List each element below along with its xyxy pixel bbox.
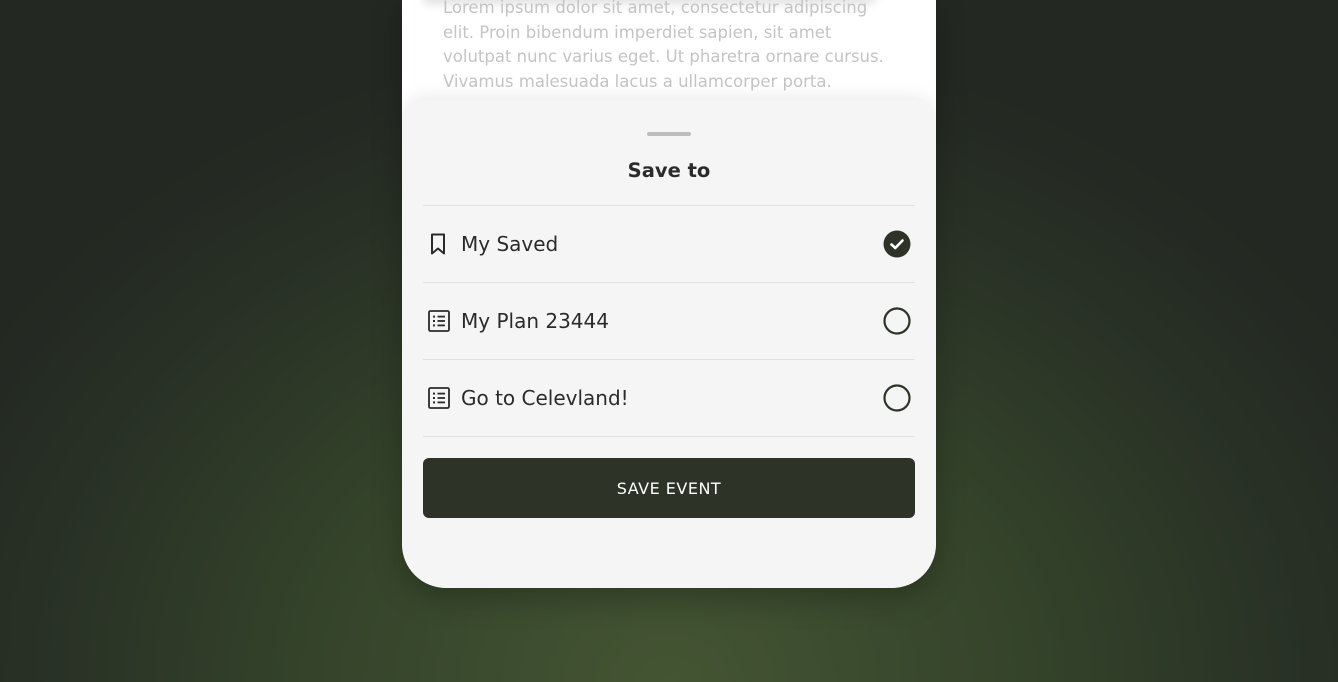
- list-item-label: My Plan 23444: [461, 309, 609, 333]
- save-to-bottom-sheet: Save to My Saved My Plan 23444 Go to Cel…: [402, 100, 936, 588]
- list-icon: [427, 309, 451, 333]
- sheet-drag-handle[interactable]: [647, 132, 691, 136]
- list-item-go-to-cleveland[interactable]: Go to Celevland!: [423, 360, 915, 437]
- save-event-button[interactable]: SAVE EVENT: [423, 458, 915, 518]
- sheet-title: Save to: [627, 159, 711, 182]
- phone-screen: Lorem ipsum dolor sit amet, consectetur …: [402, 0, 936, 588]
- event-description-text: Lorem ipsum dolor sit amet, consectetur …: [443, 0, 884, 91]
- radio-unchecked[interactable]: [883, 307, 911, 335]
- radio-unchecked[interactable]: [883, 384, 911, 412]
- radio-checked[interactable]: [883, 230, 911, 258]
- save-destination-list: My Saved My Plan 23444 Go to Celevland!: [423, 205, 915, 437]
- list-item-label: My Saved: [461, 232, 559, 256]
- list-icon: [427, 386, 451, 410]
- bookmark-icon: [427, 232, 451, 256]
- list-item-label: Go to Celevland!: [461, 386, 629, 410]
- list-item-my-plan[interactable]: My Plan 23444: [423, 283, 915, 360]
- list-item-my-saved[interactable]: My Saved: [423, 206, 915, 283]
